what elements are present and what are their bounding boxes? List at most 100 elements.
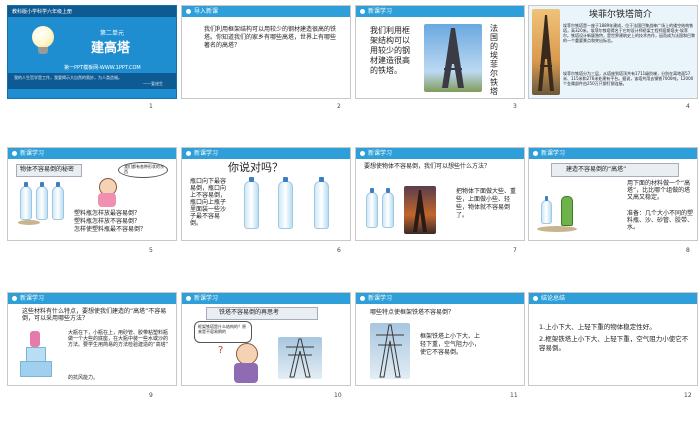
- speech-bubble: 框架铁塔是什么结构的？原来是不容易倒的: [194, 321, 252, 343]
- slide-thumbnail-11[interactable]: 新课学习 哪些特点使框架铁塔不容易倒？ 框架铁塔上小下大、上轻下重，空气阻力小，…: [355, 292, 525, 386]
- slide-header-bar: 新课学习: [182, 148, 350, 159]
- slide-number-12: 12: [684, 392, 692, 399]
- eiffel-tower-icon: [538, 15, 554, 91]
- slide-thumbnail-5[interactable]: 新课学习 物体不容易倒的秘密 我们都有各种形状的东西 塑料瓶怎样放最容易倒？ 塑…: [7, 147, 177, 241]
- plastic-bottle-icon: [314, 177, 329, 229]
- slide-header-title: 新课学习: [368, 295, 393, 302]
- slide-number-1: 1: [149, 103, 153, 110]
- speech-bubble-text: 我们都有各种形状的东西: [124, 164, 164, 174]
- slide-thumbnail-6[interactable]: 新课学习 你说对吗？ 瓶口向下最容易倒，瓶口向上不容易倒，瓶口向上瓶子里面装一些…: [181, 147, 351, 241]
- slide-number-3: 3: [513, 103, 517, 110]
- slide-sign: 物体不容易倒的秘密: [16, 164, 82, 177]
- cover-quote-author: ——爱迪生: [143, 81, 163, 86]
- power-tower-icon: [376, 324, 404, 378]
- slide-title: 埃菲尔铁塔简介: [589, 10, 653, 20]
- slide-number-10: 10: [334, 392, 342, 399]
- cover-title: 建高塔: [91, 41, 131, 56]
- slide-header-title: 新课学习: [194, 295, 219, 302]
- slide-number-11: 11: [510, 392, 518, 399]
- slide-thumbnail-1[interactable]: 教科版小学科学六年级上册 第二单元 建高塔 第一PPT模板网-WWW.1PPT.…: [7, 5, 177, 99]
- plastic-bottle-icon: [366, 188, 378, 228]
- bottle-tower-illustration: [16, 331, 56, 377]
- slide-body-text: 我们利用框架结构可以用较少的钢材建造很高的铁塔。: [370, 26, 410, 75]
- slide-header-title: 新课学习: [541, 150, 566, 157]
- speech-bubble-text: 框架铁塔是什么结构的？原来是不容易倒的: [198, 324, 246, 334]
- slide-thumbnail-10[interactable]: 新课学习 铁塔不容易倒的再思考 框架铁塔是什么结构的？原来是不容易倒的 ?: [181, 292, 351, 386]
- slide-question: 要想使物体不容易倒，我们可以想些什么方法？: [364, 163, 491, 170]
- slide-header-bar: 新课学习: [8, 293, 176, 304]
- lightbulb-icon: [30, 26, 56, 56]
- question-3: 怎样使塑料瓶最不容易倒？: [74, 226, 147, 233]
- conclusion-2: 2.框架铁塔上小下大、上轻下重，空气阻力小使它不容易倒。: [539, 335, 689, 352]
- slide-thumbnail-7[interactable]: 新课学习 要想使物体不容易倒，我们可以想些什么方法？ 把物体下面做大些、重些，上…: [355, 147, 525, 241]
- green-bottle-icon: [561, 196, 573, 226]
- plastic-bottle-icon: [20, 182, 32, 220]
- question-1: 塑料瓶怎样放最容易倒？: [74, 210, 141, 217]
- sand-pile: [18, 220, 40, 225]
- slide-sign: 建造不容易倒的“高塔”: [551, 163, 679, 177]
- slide-paragraph-1: 埃菲尔铁塔是一座于1889年建成，位于法国巴黎战神广场上的镂空结构铁塔，高320…: [563, 23, 695, 43]
- slide-body-text: 框架铁塔上小下大、上轻下重，空气阻力小，使它不容易倒。: [420, 333, 481, 356]
- slide-number-7: 7: [513, 247, 517, 254]
- eiffel-tower-photo: [532, 9, 560, 95]
- plastic-bottle-icon: [244, 177, 259, 229]
- slide-header-bar: 新课学习: [8, 148, 176, 159]
- boy-illustration: [232, 343, 260, 383]
- plastic-bottle-icon: [52, 182, 64, 220]
- slide-number-4: 4: [686, 103, 690, 110]
- slide-number-9: 9: [149, 392, 153, 399]
- slide-number-8: 8: [686, 247, 690, 254]
- sand-pile: [537, 226, 577, 232]
- power-tower-photo: [278, 337, 322, 379]
- slide-question: 哪些特点使框架铁塔不容易倒？: [370, 309, 455, 316]
- slide-header-title: 导入新课: [194, 8, 219, 15]
- materials-text: 准备：几个大小不同的塑料瓶、沙、砂管、胶带、水。: [627, 210, 694, 231]
- slide-thumbnail-12[interactable]: 结论总结 1.上小下大、上轻下重的物体稳定性好。 2.框架铁塔上小下大、上轻下重…: [528, 292, 698, 386]
- plastic-bottle-icon: [541, 196, 552, 224]
- slide-vertical-text: 法国的埃菲尔铁塔: [490, 24, 498, 96]
- eiffel-tower-photo: [424, 24, 482, 92]
- slide-header-bar: 新课学习: [182, 293, 350, 304]
- cover-quote: 我的人生哲学是工作，我要揭示大自然的奥妙，为人类造福。: [14, 75, 122, 80]
- slide-paragraph-2: 埃菲尔铁塔分为三层，从塔座到塔顶共有1711级阶梯，分别在离地面57米、115米…: [563, 71, 694, 86]
- question-mark: ?: [218, 345, 224, 356]
- cover-unit: 第二单元: [100, 30, 125, 37]
- slide-header-bar: 结论总结: [529, 293, 697, 304]
- slide-header-title: 新课学习: [368, 150, 393, 157]
- slide-thumbnail-9[interactable]: 新课学习 这些材料有什么特点，要想使我们建造的“高塔”不容易倒，可以采用哪些方法…: [7, 292, 177, 386]
- eiffel-tower-icon: [442, 28, 464, 88]
- slide-thumbnail-4[interactable]: 埃菲尔铁塔简介 埃菲尔铁塔是一座于1889年建成，位于法国巴黎战神广场上的镂空结…: [528, 5, 698, 99]
- slide-header-title: 新课学习: [20, 150, 45, 157]
- slide-title: 你说对吗？: [228, 161, 283, 174]
- slide-header-title: 新课学习: [20, 295, 45, 302]
- slide-body-text: 大瓶在下，小瓶在上，用砂管、胶带粘塑料瓶做一个大些的底座，在大瓶中装一些水或沙的…: [68, 330, 169, 348]
- slide-number-2: 2: [337, 103, 341, 110]
- slide-header-title: 结论总结: [541, 295, 566, 302]
- slide-body-text: 用下面的材料做一个“高塔”，比比哪个组做的塔又高又稳定。: [627, 180, 691, 201]
- power-tower-icon: [286, 338, 314, 378]
- plastic-bottle-icon: [36, 182, 48, 220]
- slide-thumbnail-8[interactable]: 新课学习 建造不容易倒的“高塔” 用下面的材料做一个“高塔”，比比哪个组做的塔又…: [528, 147, 698, 241]
- slide-sign-text: 物体不容易倒的秘密: [20, 166, 75, 173]
- slide-sign-text: 铁塔不容易倒的再思考: [219, 309, 280, 316]
- slide-header-title: 新课学习: [368, 8, 393, 15]
- slide-header-bar: 新课学习: [356, 148, 524, 159]
- slide-header-bar: 导入新课: [182, 6, 350, 17]
- slide-question: 这些材料有什么特点，要想使我们建造的“高塔”不容易倒，可以采用哪些方法？: [22, 308, 167, 322]
- slide-thumbnail-2[interactable]: 导入新课 我们利用框架结构可以用较少的钢材建造很高的铁塔。你知道我们的家乡有哪些…: [181, 5, 351, 99]
- slide-sign-text: 建造不容易倒的“高塔”: [566, 166, 627, 173]
- slide-body-text: 瓶口向下最容易倒，瓶口向上不容易倒，瓶口向上瓶子里面装一些沙子最不容易倒。: [190, 178, 227, 227]
- cover-site: 第一PPT模板网-WWW.1PPT.COM: [64, 65, 141, 71]
- girl-illustration: [96, 178, 118, 208]
- slide-header-bar: 新课学习: [356, 6, 524, 17]
- plastic-bottle-icon: [382, 188, 394, 228]
- tower-icon: [413, 190, 427, 232]
- power-tower-photo: [370, 323, 410, 379]
- slide-thumbnail-3[interactable]: 新课学习 我们利用框架结构可以用较少的钢材建造很高的铁塔。 法国的埃菲尔铁塔: [355, 5, 525, 99]
- slide-number-6: 6: [337, 247, 341, 254]
- cover-header-text: 教科版小学科学六年级上册: [12, 9, 73, 15]
- speech-bubble: 我们都有各种形状的东西: [118, 162, 168, 178]
- tower-photo: [404, 186, 436, 234]
- slide-body-text: 把物体下面做大些、重些，上面做小些、轻些，物体就不容易倒了。: [456, 188, 517, 219]
- plastic-bottle-icon: [278, 177, 293, 229]
